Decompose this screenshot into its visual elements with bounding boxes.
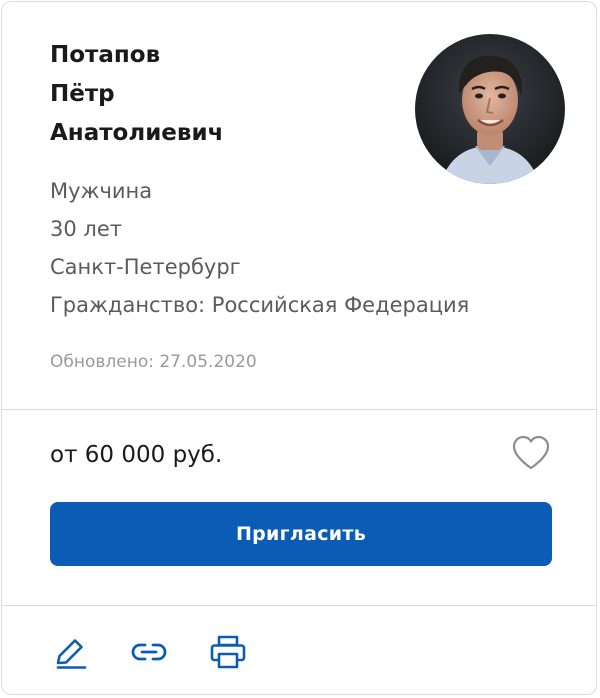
candidate-details: Мужчина 30 лет Санкт-Петербург Гражданст…: [50, 172, 469, 324]
heart-outline-icon: [512, 435, 550, 470]
printer-icon: [210, 635, 246, 669]
candidate-city: Санкт-Петербург: [50, 255, 241, 279]
copy-link-button[interactable]: [128, 632, 168, 672]
avatar-photo: [415, 34, 565, 184]
candidate-age: 30 лет: [50, 217, 122, 241]
updated-date: Обновлено: 27.05.2020: [50, 352, 257, 372]
edit-button[interactable]: [50, 632, 90, 672]
candidate-last-name: Потапов: [50, 42, 161, 68]
pencil-icon: [56, 639, 87, 669]
divider: [2, 605, 596, 606]
invite-button[interactable]: Пригласить: [50, 502, 552, 566]
candidate-card: Потапов Пётр Анатолиевич Мужчина 30 лет …: [1, 1, 597, 695]
candidate-first-name: Пётр: [50, 81, 115, 107]
candidate-gender: Мужчина: [50, 179, 153, 203]
candidate-name: Потапов Пётр Анатолиевич: [50, 36, 223, 153]
salary: от 60 000 руб.: [50, 442, 223, 468]
print-button[interactable]: [208, 632, 248, 672]
candidate-patronymic: Анатолиевич: [50, 120, 224, 146]
link-icon: [131, 643, 167, 661]
candidate-citizenship: Гражданство: Российская Федерация: [50, 293, 470, 317]
avatar: [415, 34, 565, 184]
favorite-button[interactable]: [510, 434, 552, 472]
divider: [2, 409, 596, 410]
